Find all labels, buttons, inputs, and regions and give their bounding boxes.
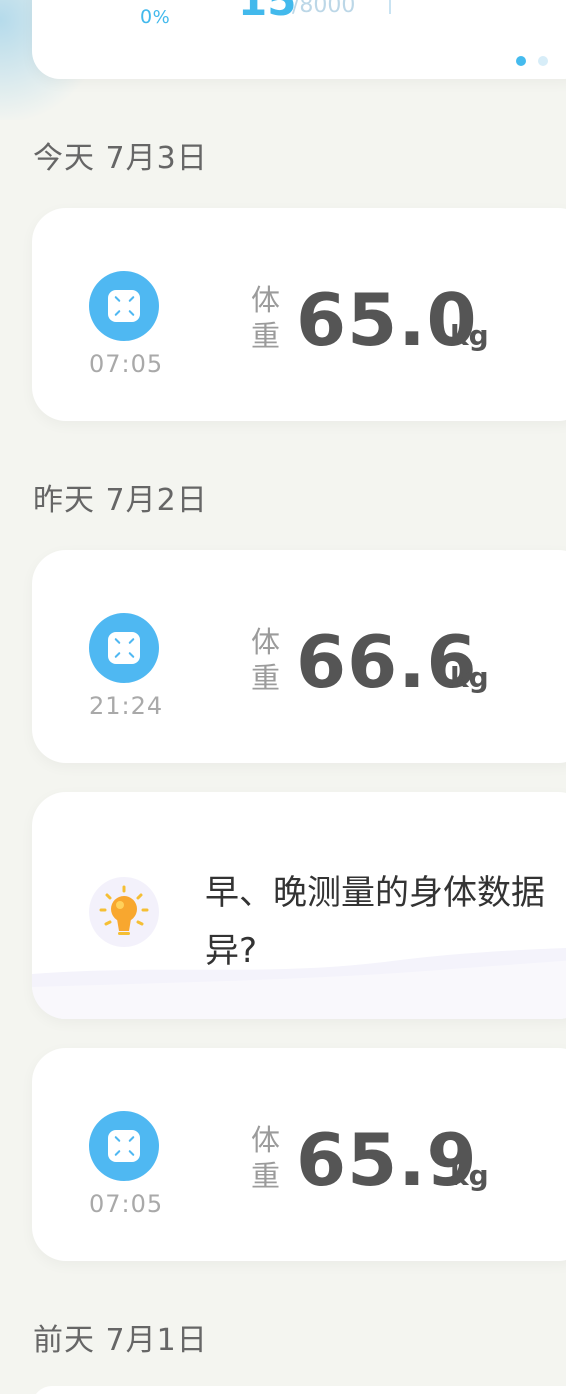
steps-goal: /8000 [292,0,356,18]
tip-line-1: 早、晚测量的身体数据 [205,873,545,913]
scale-icon [89,271,159,341]
weight-history-page: 0% 15 /8000 今天 7月3日 07:05 体重 65.0 kg 昨天 … [0,0,566,1394]
section-header-today: 今天 7月3日 [33,141,208,176]
progress-percent: 0% [140,6,170,28]
scale-plate [108,632,140,664]
scale-icon [89,613,159,683]
measurement-tip-card[interactable]: 早、晚测量的身体数据 异? [32,792,566,1019]
record-time: 07:05 [89,1190,164,1218]
record-time: 07:05 [89,350,164,378]
weight-unit: kg [450,1159,489,1192]
weight-unit: kg [450,661,489,694]
weight-label: 体重 [251,1123,281,1193]
lightbulb-icon-graphic [99,885,149,935]
steps-value: 15 [238,0,297,25]
pager-dot[interactable] [538,56,548,66]
progress-percent-value: 0 [140,6,153,28]
progress-percent-unit: % [152,7,171,28]
scale-plate [108,1130,140,1162]
lightbulb-icon [89,877,159,947]
section-header-day-before-yesterday: 前天 7月1日 [33,1323,208,1358]
tip-line-2: 异? [205,931,258,971]
weight-record-card[interactable]: 07:05 体重 65.9 kg [32,1048,566,1261]
record-time: 21:24 [89,692,164,720]
tip-text: 早、晚测量的身体数据 异? [205,864,566,980]
weight-label: 体重 [251,625,281,695]
weight-record-card[interactable]: 07:05 体重 65.0 kg [32,208,566,421]
summary-pager[interactable] [516,56,548,66]
pager-dot-active[interactable] [516,56,526,66]
activity-summary-card[interactable]: 0% 15 /8000 [32,0,566,79]
next-record-card-edge[interactable] [32,1386,566,1394]
scale-icon [89,1111,159,1181]
section-header-yesterday: 昨天 7月2日 [33,483,208,518]
scale-plate [108,290,140,322]
weight-record-card[interactable]: 21:24 体重 66.6 kg [32,550,566,763]
weight-unit: kg [450,319,489,352]
summary-divider [389,0,391,14]
weight-label: 体重 [251,283,281,353]
